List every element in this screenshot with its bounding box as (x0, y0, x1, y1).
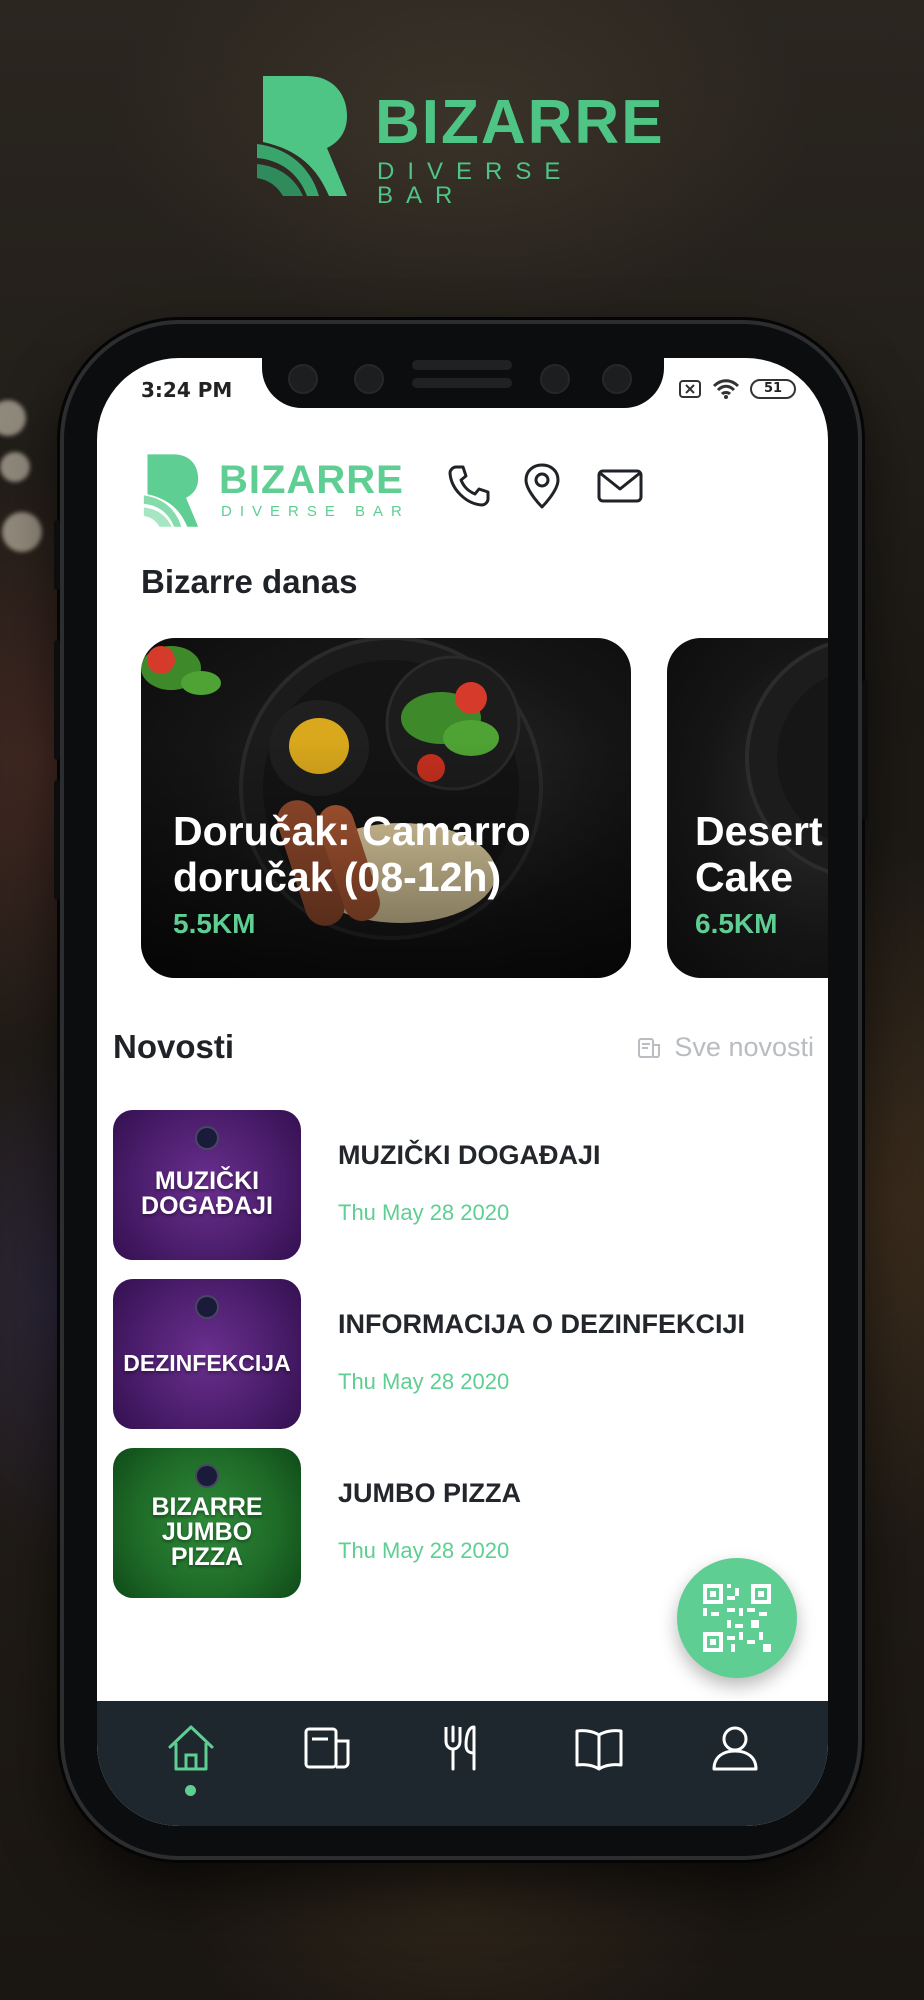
background-light (0, 452, 30, 482)
qr-code-icon (703, 1584, 771, 1652)
speaker-grille (412, 378, 512, 388)
battery-icon: 51 (750, 379, 796, 399)
status-icons: 51 (678, 378, 796, 400)
news-icon (638, 1037, 661, 1058)
news-headline: INFORMACIJA O DEZINFEKCIJI (338, 1309, 746, 1339)
front-camera (602, 364, 632, 394)
nav-profile[interactable] (695, 1721, 775, 1801)
all-news-label: Sve novosti (674, 1032, 814, 1062)
bizarre-badge-icon (195, 1126, 219, 1150)
thumbnail-text: DEZINFEKCIJA (123, 1349, 291, 1376)
card-distance: 6.5KM (695, 908, 778, 939)
news-item[interactable]: DEZINFEKCIJA INFORMACIJA O DEZINFEKCIJI … (113, 1279, 813, 1429)
phone-side-button (54, 780, 60, 900)
nav-restaurant[interactable] (423, 1721, 503, 1801)
phone-side-button (54, 520, 60, 590)
sensor-dot (354, 364, 384, 394)
today-card[interactable]: Desert Cake 6.5KM (667, 638, 828, 978)
brand-logo: BIZARRE DIVERSE BAR (255, 72, 675, 208)
news-item[interactable]: MUZIČKI DOGAĐAJI MUZIČKI DOGAĐAJI Thu Ma… (113, 1110, 813, 1260)
nav-news[interactable] (287, 1721, 367, 1801)
phone-side-button (862, 680, 868, 820)
news-icon (304, 1727, 350, 1769)
card-distance: 5.5KM (173, 908, 256, 939)
news-date: Thu May 28 2020 (338, 1538, 510, 1563)
bizarre-badge-icon (195, 1295, 219, 1319)
qr-code-button[interactable] (677, 1558, 797, 1678)
news-headline: MUZIČKI DOGAĐAJI (338, 1140, 601, 1170)
phone-icon[interactable] (444, 461, 494, 511)
bottom-nav (97, 1701, 828, 1826)
app-screen: 3:24 PM 51 BIZARRE DIVERSE BAR Bizarre d… (97, 358, 828, 1826)
active-indicator (185, 1785, 196, 1796)
wifi-icon (712, 379, 740, 399)
status-time: 3:24 PM (141, 378, 233, 402)
nav-menu-book[interactable] (559, 1721, 639, 1801)
location-pin-icon[interactable] (517, 461, 567, 511)
restaurant-icon (444, 1725, 476, 1771)
sim-off-icon (679, 380, 701, 398)
brand-mark-icon (257, 76, 347, 196)
thumbnail-text: MUZIČKI DOGAĐAJI (141, 1167, 273, 1220)
news-date: Thu May 28 2020 (338, 1200, 510, 1225)
all-news-link[interactable]: Sve novosti (636, 1032, 814, 1063)
news-thumbnail: DEZINFEKCIJA (113, 1279, 301, 1429)
brand-tagline: DIVERSE BAR (377, 158, 574, 209)
sensor-dot (288, 364, 318, 394)
home-icon (168, 1725, 214, 1771)
news-section-title: Novosti (113, 1028, 235, 1065)
app-logo[interactable]: BIZARRE DIVERSE BAR (141, 450, 421, 530)
app-logo-mark-icon (143, 454, 199, 527)
card-title: Desert Cake (695, 808, 823, 900)
menu-book-icon (575, 1729, 623, 1771)
card-title: Doručak: Camarro doručak (08-12h) (173, 808, 531, 900)
today-section-title: Bizarre danas (141, 563, 358, 600)
news-date: Thu May 28 2020 (338, 1369, 510, 1394)
news-thumbnail: MUZIČKI DOGAĐAJI (113, 1110, 301, 1260)
phone-side-button (54, 640, 60, 760)
phone-notch (262, 358, 664, 408)
profile-icon (712, 1726, 758, 1771)
news-headline: JUMBO PIZZA (338, 1478, 522, 1508)
nav-home[interactable] (151, 1721, 231, 1801)
thumbnail-text: BIZARRE JUMBO PIZZA (151, 1492, 263, 1571)
background-light (2, 512, 42, 552)
app-logo-name: BIZARRE (219, 458, 404, 502)
bizarre-badge-icon (195, 1464, 219, 1488)
today-card[interactable]: Doručak: Camarro doručak (08-12h) 5.5KM (141, 638, 631, 978)
mail-icon[interactable] (595, 461, 645, 511)
speaker-grille (412, 360, 512, 370)
app-logo-tagline: DIVERSE BAR (221, 503, 410, 520)
news-thumbnail: BIZARRE JUMBO PIZZA (113, 1448, 301, 1598)
brand-name: BIZARRE (375, 88, 665, 157)
front-camera (540, 364, 570, 394)
